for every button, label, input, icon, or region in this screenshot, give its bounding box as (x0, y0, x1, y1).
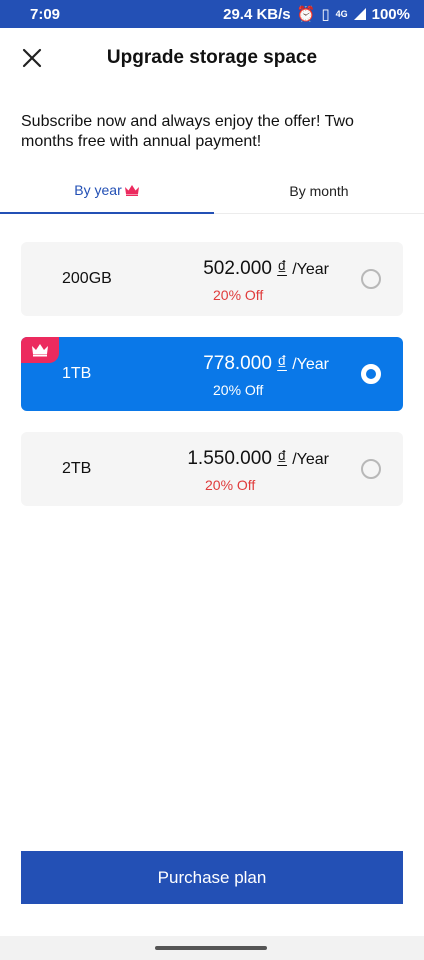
close-icon (22, 48, 42, 68)
crown-icon (32, 344, 48, 357)
header: Upgrade storage space (0, 28, 424, 88)
plan-option-2tb[interactable]: 2TB 1.550.000 ₫ /Year 20% Off (21, 432, 403, 506)
currency-symbol: ₫ (277, 448, 287, 469)
plan-option-1tb[interactable]: 1TB 778.000 ₫ /Year 20% Off (21, 337, 403, 411)
plan-radio[interactable] (361, 459, 381, 479)
plan-size: 1TB (62, 365, 92, 382)
page-title: Upgrade storage space (106, 47, 318, 68)
signal-icon (353, 8, 366, 20)
status-bar: 7:09 29.4 KB/s ⏰ ▯ 4G 100% (0, 0, 424, 28)
plan-size: 200GB (62, 270, 112, 287)
battery-level: 100% (371, 5, 410, 23)
network-type: 4G (335, 9, 348, 19)
home-indicator[interactable] (155, 946, 267, 950)
status-time: 7:09 (30, 5, 61, 23)
alarm-icon: ⏰ (296, 6, 316, 23)
price-amount: 502.000 (203, 258, 272, 279)
crown-icon (124, 185, 139, 196)
popular-badge (21, 337, 59, 363)
currency-symbol: ₫ (277, 258, 287, 279)
billing-period-tabs: By year By month (0, 168, 424, 214)
offer-description: Subscribe now and always enjoy the offer… (21, 113, 354, 150)
tab-by-month[interactable]: By month (214, 168, 424, 214)
plan-price: 502.000 ₫ /Year (203, 258, 329, 280)
currency-symbol: ₫ (277, 353, 287, 374)
tab-label: By month (289, 183, 349, 199)
status-indicators: 29.4 KB/s ⏰ ▯ 4G 100% (223, 5, 410, 24)
purchase-plan-button[interactable]: Purchase plan (21, 851, 403, 904)
price-amount: 1.550.000 (187, 448, 272, 469)
plan-radio[interactable] (361, 269, 381, 289)
discount-label: 20% Off (213, 287, 264, 303)
price-period: /Year (292, 261, 329, 278)
price-period: /Year (292, 451, 329, 468)
close-button[interactable] (18, 44, 46, 72)
price-amount: 778.000 (203, 353, 272, 374)
discount-label: 20% Off (213, 382, 264, 398)
plan-size: 2TB (62, 460, 92, 477)
discount-label: 20% Off (205, 477, 256, 493)
tab-by-year[interactable]: By year (0, 168, 214, 214)
plan-price: 1.550.000 ₫ /Year (187, 448, 329, 470)
vibrate-icon: ▯ (321, 6, 330, 23)
plan-radio-selected[interactable] (361, 364, 381, 384)
plan-price: 778.000 ₫ /Year (203, 353, 329, 375)
plan-option-200gb[interactable]: 200GB 502.000 ₫ /Year 20% Off (21, 242, 403, 316)
price-period: /Year (292, 356, 329, 373)
tab-label: By year (74, 182, 122, 198)
network-speed: 29.4 KB/s (223, 5, 291, 23)
navigation-bar (0, 936, 424, 960)
